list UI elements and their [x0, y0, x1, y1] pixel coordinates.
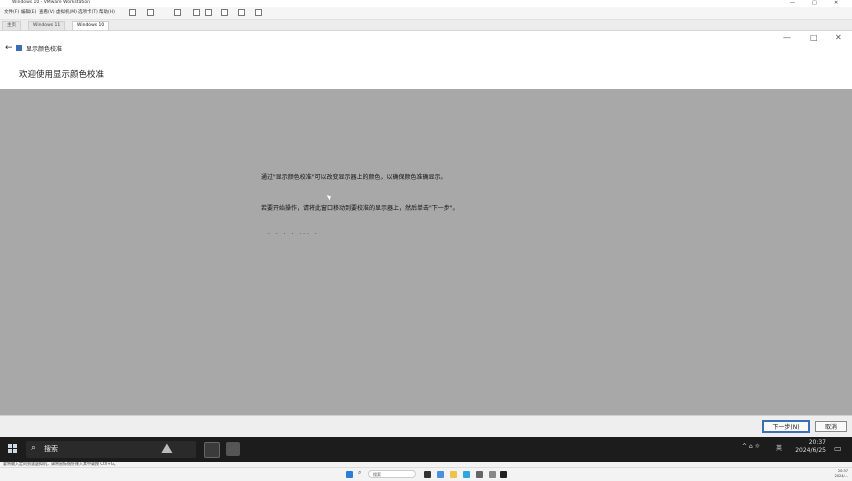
- wizard-heading: 欢迎使用显示颜色校准: [19, 70, 105, 80]
- notification-icon[interactable]: ▭: [834, 444, 842, 453]
- host-store-icon[interactable]: [476, 471, 483, 478]
- tray-icons[interactable]: ^ ⌂ ☼: [742, 443, 760, 450]
- host-maximize-button[interactable]: □: [812, 0, 817, 6]
- wizard-close-button[interactable]: ✕: [835, 33, 842, 42]
- color-calibration-icon: [16, 45, 22, 51]
- guest-search-box[interactable]: ⌕ 搜索 ⛰: [26, 441, 196, 458]
- task-view-icon[interactable]: [204, 442, 220, 458]
- guest-clock[interactable]: 20:37 2024/6/25: [790, 439, 826, 455]
- library-icon[interactable]: [221, 9, 228, 16]
- host-explorer-icon[interactable]: [450, 471, 457, 478]
- guest-time: 20:37: [808, 439, 826, 446]
- tab-windows-11[interactable]: Windows 11: [28, 21, 66, 30]
- menu-edit[interactable]: 编辑(E): [21, 9, 36, 15]
- host-widgets-icon[interactable]: [437, 471, 444, 478]
- revert-icon[interactable]: [193, 9, 200, 16]
- menu-view[interactable]: 查看(V): [39, 9, 55, 15]
- pause-icon[interactable]: [129, 9, 136, 16]
- host-window-title: Windows 10 - VMware Workstation: [12, 0, 90, 5]
- back-arrow-icon[interactable]: ←: [5, 43, 13, 53]
- wizard-maximize-button[interactable]: □: [810, 33, 818, 42]
- fullscreen-icon[interactable]: [238, 9, 245, 16]
- tab-home[interactable]: 主页: [2, 21, 21, 30]
- wizard-paragraph-1: 通过"显示颜色校准"可以改变显示器上的颜色，以确保颜色准确显示。: [261, 174, 447, 181]
- windows-start-icon[interactable]: [8, 444, 18, 454]
- tab-windows-10[interactable]: Windows 10: [72, 21, 110, 30]
- guest-search-label: 搜索: [44, 445, 58, 453]
- unity-icon[interactable]: [255, 9, 262, 16]
- host-taskbar: ⌕ 搜索 20:37 2024/...: [0, 467, 852, 481]
- host-taskview-icon[interactable]: [424, 471, 431, 478]
- host-search-box[interactable]: 搜索: [368, 470, 416, 478]
- host-date: 2024/...: [834, 474, 848, 478]
- host-menu-bar: 文件(F) 编辑(E) 查看(V) 虚拟机(M) 选项卡(T) 帮助(H): [0, 7, 852, 20]
- ime-indicator[interactable]: 英: [776, 443, 782, 452]
- snapshot-icon[interactable]: [174, 9, 181, 16]
- guest-date: 2024/6/25: [795, 447, 826, 454]
- wizard-app-title: 显示颜色校准: [26, 46, 63, 53]
- host-close-button[interactable]: ✕: [834, 0, 838, 6]
- next-button[interactable]: 下一步(N): [762, 420, 810, 433]
- guest-taskbar: ⌕ 搜索 ⛰ ^ ⌂ ☼ 英 20:37 2024/6/25 ▭: [0, 437, 852, 462]
- mouse-cursor-icon: [326, 193, 333, 201]
- vm-screen[interactable]: ← 显示颜色校准 欢迎使用显示颜色校准 — □ ✕ 通过"显示颜色校准"可以改变…: [0, 31, 852, 462]
- wizard-header: ← 显示颜色校准 欢迎使用显示颜色校准 — □ ✕: [0, 31, 852, 89]
- wizard-minimize-button[interactable]: —: [783, 33, 791, 42]
- wizard-paragraph-2: 若要开始操作，请将此窗口移动到要校准的显示器上，然后单击"下一步"。: [261, 205, 459, 212]
- host-tab-bar: 主页 Windows 11 Windows 10: [0, 20, 852, 31]
- cancel-button[interactable]: 取消: [815, 421, 847, 432]
- host-title-bar: Windows 10 - VMware Workstation — □ ✕: [0, 0, 852, 7]
- menu-tabs[interactable]: 选项卡(T): [78, 9, 98, 15]
- host-minimize-button[interactable]: —: [790, 0, 795, 6]
- host-edge-icon[interactable]: [463, 471, 470, 478]
- host-start-icon[interactable]: [346, 471, 353, 478]
- search-highlight-art-icon: ⛰: [161, 441, 173, 457]
- color-calibration-task-icon[interactable]: [226, 442, 240, 456]
- manage-snapshot-icon[interactable]: [205, 9, 212, 16]
- menu-help[interactable]: 帮助(H): [99, 9, 115, 15]
- wizard-faint-dots: · · · · ··· ·: [268, 231, 319, 238]
- host-app-icon[interactable]: [489, 471, 496, 478]
- menu-vm[interactable]: 虚拟机(M): [56, 9, 77, 15]
- wizard-footer: 下一步(N) 取消: [0, 415, 852, 438]
- host-vmware-icon[interactable]: [500, 471, 507, 478]
- search-icon: ⌕: [31, 443, 37, 453]
- host-clock[interactable]: 20:37 2024/...: [828, 469, 848, 479]
- menu-file[interactable]: 文件(F): [4, 9, 19, 15]
- host-search-icon[interactable]: ⌕: [358, 469, 361, 477]
- send-keys-icon[interactable]: [147, 9, 154, 16]
